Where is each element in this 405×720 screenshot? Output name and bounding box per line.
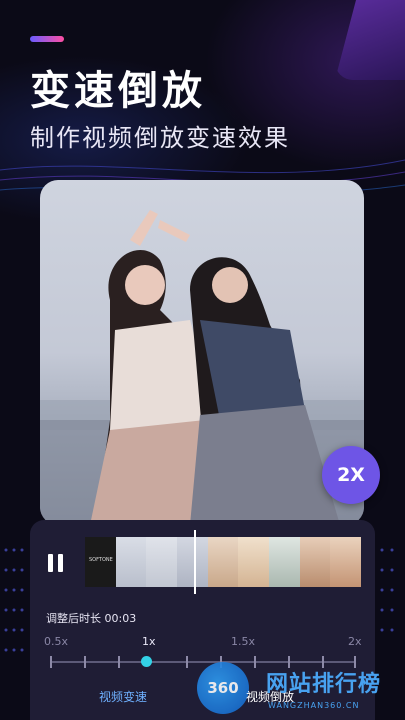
filmstrip-frame [146,537,178,587]
filmstrip-frame [330,537,362,587]
speed-badge[interactable]: 2X [322,446,380,504]
filmstrip-frame [269,537,300,587]
tab-speed[interactable]: 视频变速 [99,688,147,705]
filmstrip-frame [115,537,147,587]
pause-icon-bar [48,554,53,572]
pause-button[interactable] [48,554,64,572]
slider-tick [118,656,120,668]
speed-tick-0.5x: 0.5x [44,635,69,648]
slider-tick [50,656,52,668]
page-title: 变速倒放 [30,68,206,114]
filmstrip-frame [238,537,270,587]
slider-tick [186,656,188,668]
pause-icon-bar [58,554,63,572]
speed-tick-1.5x: 1.5x [231,635,256,648]
filmstrip-frame [299,537,331,587]
speed-tick-2x: 2x [348,635,362,648]
accent-bar [30,36,64,42]
filmstrip-frame: SOFTONE [85,537,116,587]
speed-tick-1x: 1x [142,635,156,648]
watermark-text: 网站排行榜 [266,672,382,697]
slider-tick [84,656,86,668]
page-subtitle: 制作视频倒放变速效果 [30,124,290,152]
duration-label: 调整后时长 00:03 [46,612,137,625]
couple-illustration [40,210,364,525]
filmstrip-frame [207,537,239,587]
preview-photo [40,180,364,525]
playhead[interactable] [194,530,196,594]
speed-slider-track[interactable] [50,661,356,663]
filmstrip-frame [177,537,208,587]
slider-tick [254,656,256,668]
watermark-url: WANGZHAN360.CN [268,701,360,710]
video-filmstrip[interactable]: SOFTONE [85,537,362,587]
frame-caption: SOFTONE [89,557,113,563]
watermark-360-badge: 360 [197,662,249,714]
speed-slider-knob[interactable] [141,656,152,667]
